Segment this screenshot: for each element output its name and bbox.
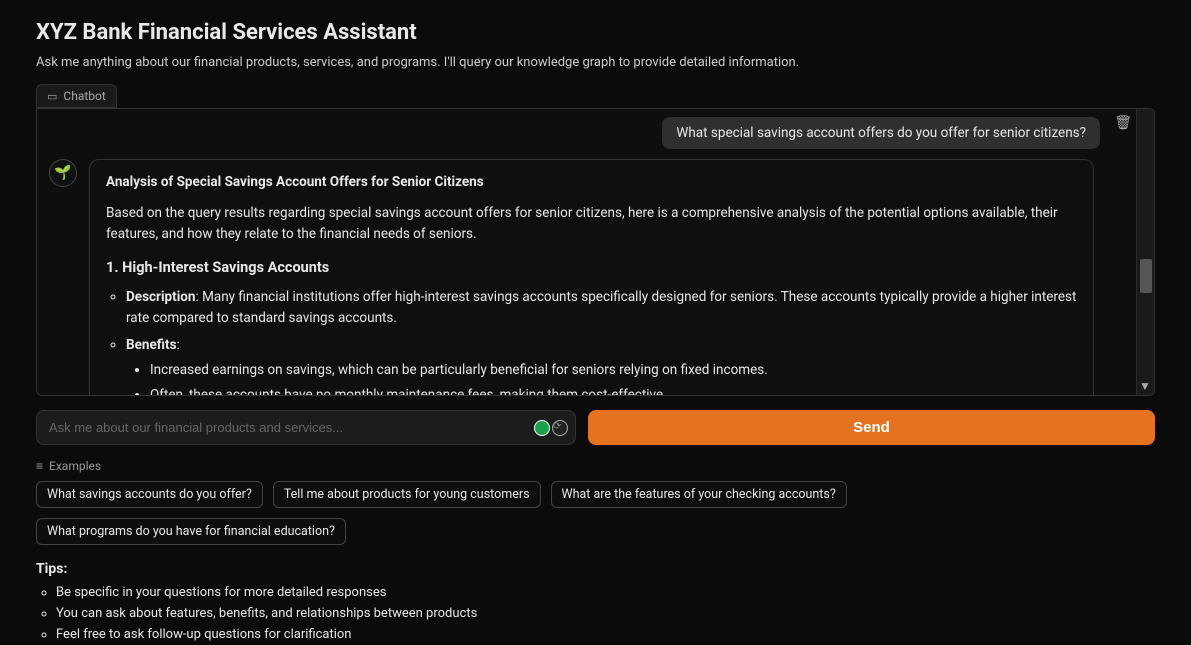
chat-container: 🗑 What special savings account offers do… [36,108,1155,396]
send-button[interactable]: Send [588,410,1155,445]
bot-desc-item: Description: Many financial institutions… [126,287,1077,329]
bot-benefit-1: Increased earnings on savings, which can… [150,360,1077,381]
retry-icon[interactable]: ⟳ [552,420,568,436]
example-chip-1[interactable]: Tell me about products for young custome… [273,481,541,508]
bot-benefits-item: Benefits: Increased earnings on savings,… [126,335,1077,395]
bot-section-1-heading: 1. High-Interest Savings Accounts [106,257,1077,279]
user-message: What special savings account offers do y… [662,117,1100,149]
bot-msg-intro: Based on the query results regarding spe… [106,203,1077,245]
tips-title: Tips: [36,561,1155,577]
bot-benefit-2: Often, these accounts have no monthly ma… [150,385,1077,395]
example-chip-2[interactable]: What are the features of your checking a… [551,481,847,508]
clear-chat-icon[interactable]: 🗑 [1114,115,1132,131]
chatbot-tab-label: Chatbot [63,89,105,103]
bot-avatar: 🌱 [49,159,77,187]
tip-item-2: Feel free to ask follow-up questions for… [56,625,1155,645]
input-toolbar: ⟳ [534,420,568,436]
chat-scroll-area[interactable]: 🗑 What special savings account offers do… [37,109,1136,395]
page-subtitle: Ask me anything about our financial prod… [36,55,1155,70]
examples-header: ≡ Examples [36,459,1155,473]
bot-msg-title: Analysis of Special Savings Account Offe… [106,172,1077,193]
tip-item-1: You can ask about features, benefits, an… [56,604,1155,625]
scroll-down-icon[interactable]: ▼ [1139,379,1151,393]
message-input[interactable] [36,410,576,445]
chat-icon: ▭ [47,90,57,103]
mic-icon[interactable] [534,420,550,436]
example-chip-3[interactable]: What programs do you have for financial … [36,518,346,545]
example-chip-0[interactable]: What savings accounts do you offer? [36,481,263,508]
page-title: XYZ Bank Financial Services Assistant [36,20,1155,45]
bot-message: Analysis of Special Savings Account Offe… [89,159,1094,395]
list-icon: ≡ [36,459,43,473]
chatbot-tab[interactable]: ▭ Chatbot [36,84,117,108]
tip-item-0: Be specific in your questions for more d… [56,583,1155,604]
scrollbar-thumb[interactable] [1140,259,1152,293]
scrollbar[interactable]: ▼ [1136,109,1154,395]
